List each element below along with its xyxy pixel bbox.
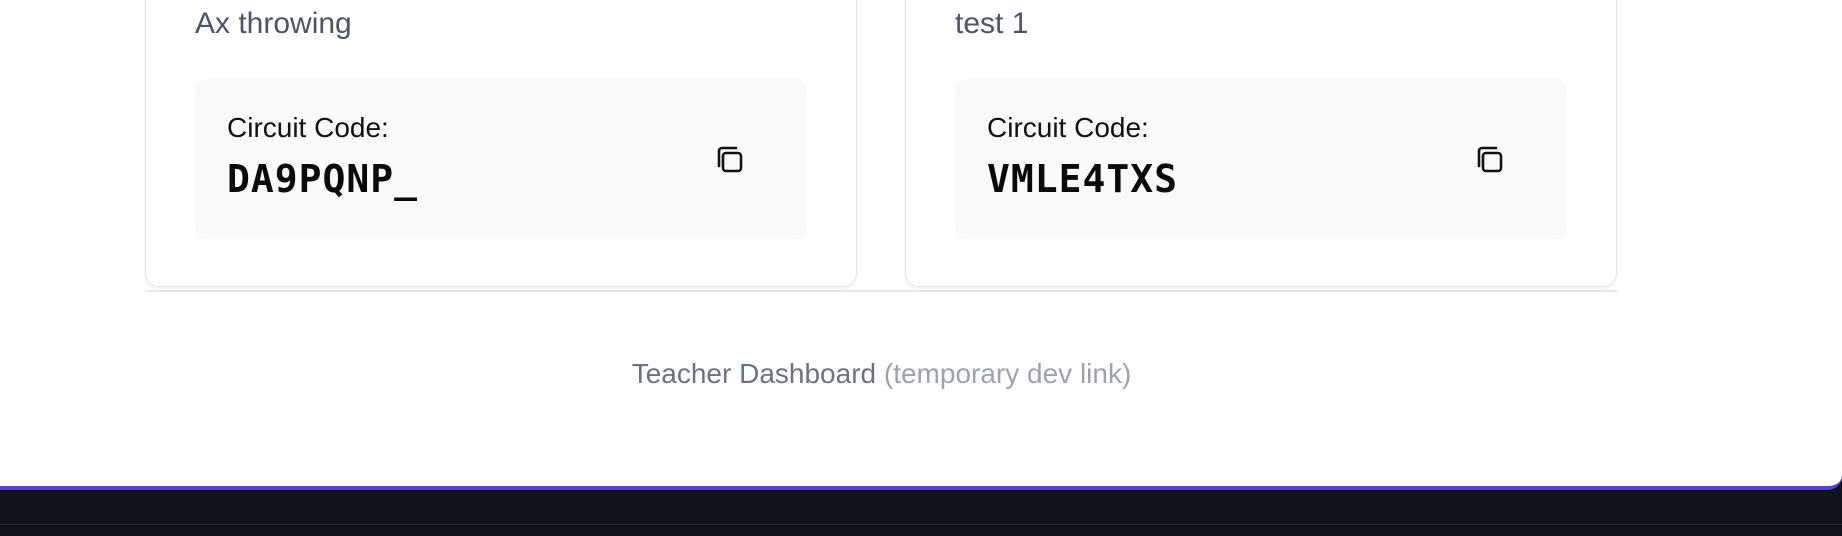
- copy-code-button[interactable]: [1472, 142, 1508, 178]
- copy-code-button[interactable]: [712, 142, 748, 178]
- circuit-code-value: VMLE4TXS: [987, 157, 1179, 201]
- teacher-dashboard-link[interactable]: Teacher Dashboard: [632, 358, 876, 389]
- circuit-code-value: DA9PQNP_: [227, 157, 419, 201]
- footer: Teacher Dashboard (temporary dev link): [0, 358, 1763, 390]
- copy-icon: [1477, 146, 1503, 173]
- circuit-code-box: Circuit Code: DA9PQNP_: [195, 79, 807, 239]
- circuit-card: Ax throwing Circuit Code: DA9PQNP_: [145, 0, 857, 287]
- app-page: Ax throwing Circuit Code: DA9PQNP_ test …: [0, 0, 1842, 490]
- circuit-title: Ax throwing: [195, 7, 352, 40]
- copy-icon: [717, 146, 743, 173]
- dev-link-note: (temporary dev link): [883, 358, 1132, 389]
- desktop-divider: [0, 524, 1842, 525]
- circuit-title: test 1: [955, 7, 1029, 40]
- circuit-code-label: Circuit Code:: [987, 112, 1149, 143]
- circuit-card: test 1 Circuit Code: VMLE4TXS: [905, 0, 1617, 287]
- circuit-card-list: Ax throwing Circuit Code: DA9PQNP_ test …: [145, 0, 1618, 292]
- circuit-code-box: Circuit Code: VMLE4TXS: [955, 79, 1567, 239]
- circuit-code-label: Circuit Code:: [227, 112, 389, 143]
